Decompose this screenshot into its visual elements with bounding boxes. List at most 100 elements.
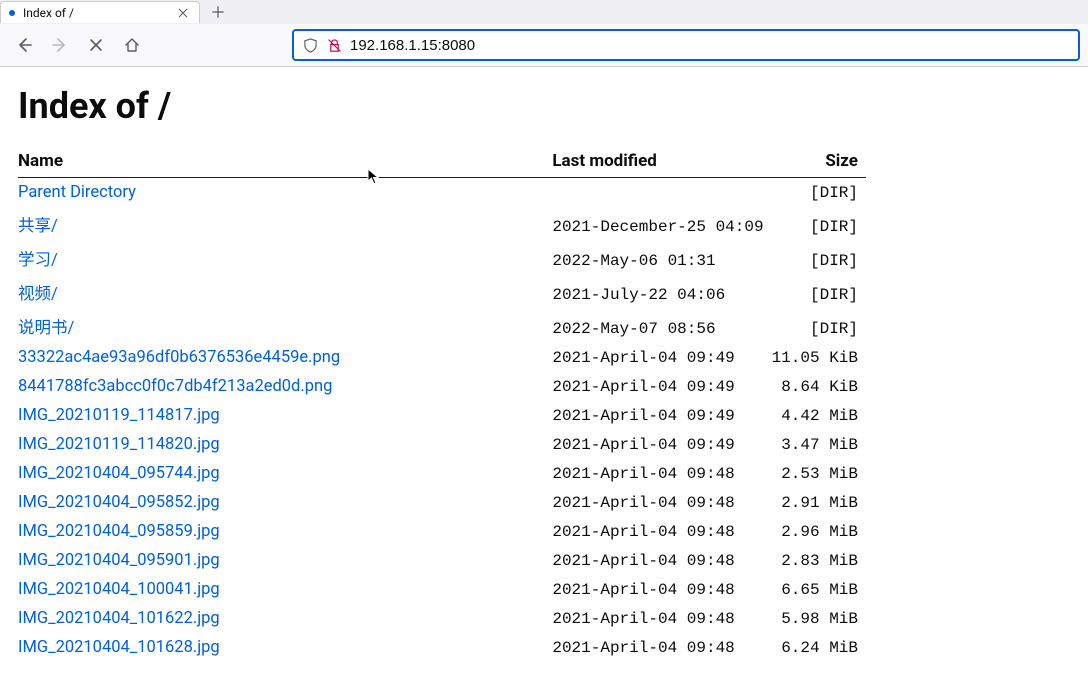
cell-name: 共享/ xyxy=(18,207,552,241)
cell-modified: 2021-July-22 04:06 xyxy=(552,275,771,309)
cell-size: 2.96 MiB xyxy=(772,517,866,546)
cell-name: IMG_20210404_101628.jpg xyxy=(18,633,552,662)
cell-size: 6.65 MiB xyxy=(772,575,866,604)
home-icon xyxy=(124,37,140,53)
url-bar[interactable] xyxy=(292,29,1080,61)
file-link[interactable]: 学习/ xyxy=(18,251,58,270)
cell-size: 6.24 MiB xyxy=(772,633,866,662)
cell-size: 8.64 KiB xyxy=(772,372,866,401)
table-row: 学习/2022-May-06 01:31[DIR] xyxy=(18,241,866,275)
cell-modified: 2021-April-04 09:49 xyxy=(552,430,771,459)
cell-modified: 2021-April-04 09:49 xyxy=(552,372,771,401)
column-header-modified[interactable]: Last modified xyxy=(552,145,771,178)
cell-size: 4.42 MiB xyxy=(772,401,866,430)
table-row: IMG_20210404_101628.jpg2021-April-04 09:… xyxy=(18,633,866,662)
column-header-size[interactable]: Size xyxy=(772,145,866,178)
back-arrow-icon xyxy=(16,37,32,53)
table-header-row: Name Last modified Size xyxy=(18,145,866,178)
file-link[interactable]: 共享/ xyxy=(18,217,58,236)
plus-icon xyxy=(211,5,225,19)
tabstrip: Index of / xyxy=(0,0,1088,24)
cell-name: 8441788fc3abcc0f0c7db4f213a2ed0d.png xyxy=(18,372,552,401)
new-tab-button[interactable] xyxy=(204,1,232,23)
page-content: Index of / Name Last modified Size Paren… xyxy=(0,85,1088,662)
file-link[interactable]: 视频/ xyxy=(18,285,58,304)
cell-size: 2.53 MiB xyxy=(772,459,866,488)
cell-modified: 2021-April-04 09:49 xyxy=(552,343,771,372)
cell-modified: 2022-May-07 08:56 xyxy=(552,309,771,343)
cell-name: 视频/ xyxy=(18,275,552,309)
file-link[interactable]: IMG_20210404_095852.jpg xyxy=(18,493,220,512)
browser-chrome: Index of / xyxy=(0,0,1088,67)
cell-size: 2.91 MiB xyxy=(772,488,866,517)
cell-name: IMG_20210404_095852.jpg xyxy=(18,488,552,517)
back-button[interactable] xyxy=(8,29,40,61)
file-link[interactable]: 8441788fc3abcc0f0c7db4f213a2ed0d.png xyxy=(18,377,332,396)
cell-size: 11.05 KiB xyxy=(772,343,866,372)
table-row: Parent Directory[DIR] xyxy=(18,178,866,208)
cell-modified: 2021-April-04 09:48 xyxy=(552,546,771,575)
cell-size: 5.98 MiB xyxy=(772,604,866,633)
cell-modified: 2021-April-04 09:48 xyxy=(552,604,771,633)
table-row: IMG_20210404_100041.jpg 2021-April-04 09:… xyxy=(18,575,866,604)
stop-button[interactable] xyxy=(80,29,112,61)
file-link[interactable]: IMG_20210404_095744.jpg xyxy=(18,464,220,483)
cell-modified: 2022-May-06 01:31 xyxy=(552,241,771,275)
cell-size: [DIR] xyxy=(772,275,866,309)
cell-modified: 2021-April-04 09:48 xyxy=(552,517,771,546)
cell-name: IMG_20210119_114817.jpg xyxy=(18,401,552,430)
cell-size: 2.83 MiB xyxy=(772,546,866,575)
tab-title: Index of / xyxy=(23,6,171,20)
cell-name: IMG_20210404_095859.jpg xyxy=(18,517,552,546)
file-link[interactable]: IMG_20210404_095901.jpg xyxy=(18,551,220,570)
table-row: IMG_20210119_114817.jpg2021-April-04 09:… xyxy=(18,401,866,430)
file-link[interactable]: 说明书/ xyxy=(18,319,74,338)
file-link[interactable]: IMG_20210119_114820.jpg xyxy=(18,435,220,454)
cell-name: IMG_20210119_114820.jpg xyxy=(18,430,552,459)
directory-listing-table: Name Last modified Size Parent Directory… xyxy=(18,145,866,662)
file-link[interactable]: IMG_20210404_101628.jpg xyxy=(18,638,220,657)
cell-modified: 2021-April-04 09:48 xyxy=(552,459,771,488)
url-input[interactable] xyxy=(350,37,1070,54)
cell-size: 3.47 MiB xyxy=(772,430,866,459)
loading-indicator-icon xyxy=(9,10,15,16)
home-button[interactable] xyxy=(116,29,148,61)
cell-size: [DIR] xyxy=(772,207,866,241)
file-link[interactable]: IMG_20210404_095859.jpg xyxy=(18,522,220,541)
table-row: IMG_20210404_095852.jpg 2021-April-04 09:… xyxy=(18,488,866,517)
cell-modified xyxy=(552,178,771,208)
cell-name: IMG_20210404_100041.jpg xyxy=(18,575,552,604)
forward-arrow-icon xyxy=(52,37,68,53)
column-header-name[interactable]: Name xyxy=(18,145,552,178)
file-link[interactable]: IMG_20210119_114817.jpg xyxy=(18,406,220,425)
cell-name: 33322ac4ae93a96df0b6376536e4459e.png xyxy=(18,343,552,372)
table-row: IMG_20210119_114820.jpg 2021-April-04 09:… xyxy=(18,430,866,459)
table-row: 8441788fc3abcc0f0c7db4f213a2ed0d.png 2021… xyxy=(18,372,866,401)
cell-name: 说明书/ xyxy=(18,309,552,343)
insecure-lock-icon[interactable] xyxy=(326,37,342,53)
file-link[interactable]: IMG_20210404_101622.jpg xyxy=(18,609,220,628)
table-row: 视频/2021-July-22 04:06[DIR] xyxy=(18,275,866,309)
nav-toolbar xyxy=(0,24,1088,66)
forward-button[interactable] xyxy=(44,29,76,61)
cell-modified: 2021-April-04 09:48 xyxy=(552,488,771,517)
close-tab-button[interactable] xyxy=(175,5,191,21)
table-row: IMG_20210404_101622.jpg 2021-April-04 09:… xyxy=(18,604,866,633)
cell-modified: 2021-April-04 09:48 xyxy=(552,575,771,604)
cell-name: IMG_20210404_101622.jpg xyxy=(18,604,552,633)
shield-icon[interactable] xyxy=(302,37,318,53)
table-row: 33322ac4ae93a96df0b6376536e4459e.png 2021… xyxy=(18,343,866,372)
cell-name: IMG_20210404_095901.jpg xyxy=(18,546,552,575)
page-title: Index of / xyxy=(18,85,1070,127)
file-link[interactable]: 33322ac4ae93a96df0b6376536e4459e.png xyxy=(18,348,340,367)
cell-name: Parent Directory xyxy=(18,178,552,208)
table-row: 共享/2021-December-25 04:09[DIR] xyxy=(18,207,866,241)
table-row: 说明书/2022-May-07 08:56[DIR] xyxy=(18,309,866,343)
cell-name: 学习/ xyxy=(18,241,552,275)
file-link[interactable]: Parent Directory xyxy=(18,183,136,202)
cell-size: [DIR] xyxy=(772,309,866,343)
table-row: IMG_20210404_095901.jpg 2021-April-04 09:… xyxy=(18,546,866,575)
browser-tab[interactable]: Index of / xyxy=(0,1,200,23)
file-link[interactable]: IMG_20210404_100041.jpg xyxy=(18,580,220,599)
close-icon xyxy=(88,37,104,53)
